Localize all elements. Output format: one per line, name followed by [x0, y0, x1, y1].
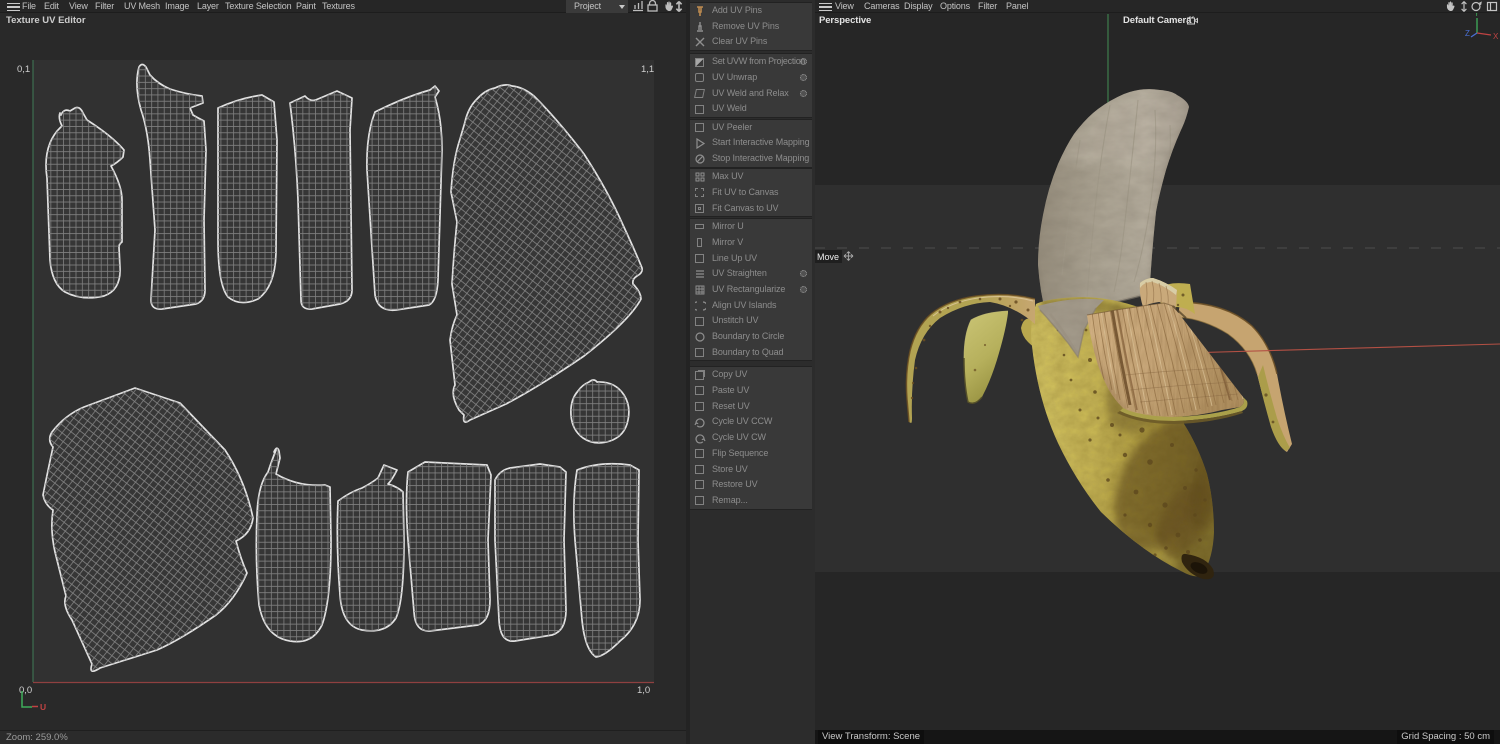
svg-text:1,0: 1,0 [637, 685, 650, 696]
svg-text:X: X [1493, 32, 1499, 41]
svg-text:1,1: 1,1 [641, 64, 654, 75]
svg-text:Move: Move [817, 252, 839, 262]
svg-text:0,0: 0,0 [19, 685, 32, 696]
svg-text:0,1: 0,1 [17, 64, 30, 75]
svg-text:U: U [40, 702, 46, 712]
svg-text:Z: Z [1465, 29, 1470, 38]
